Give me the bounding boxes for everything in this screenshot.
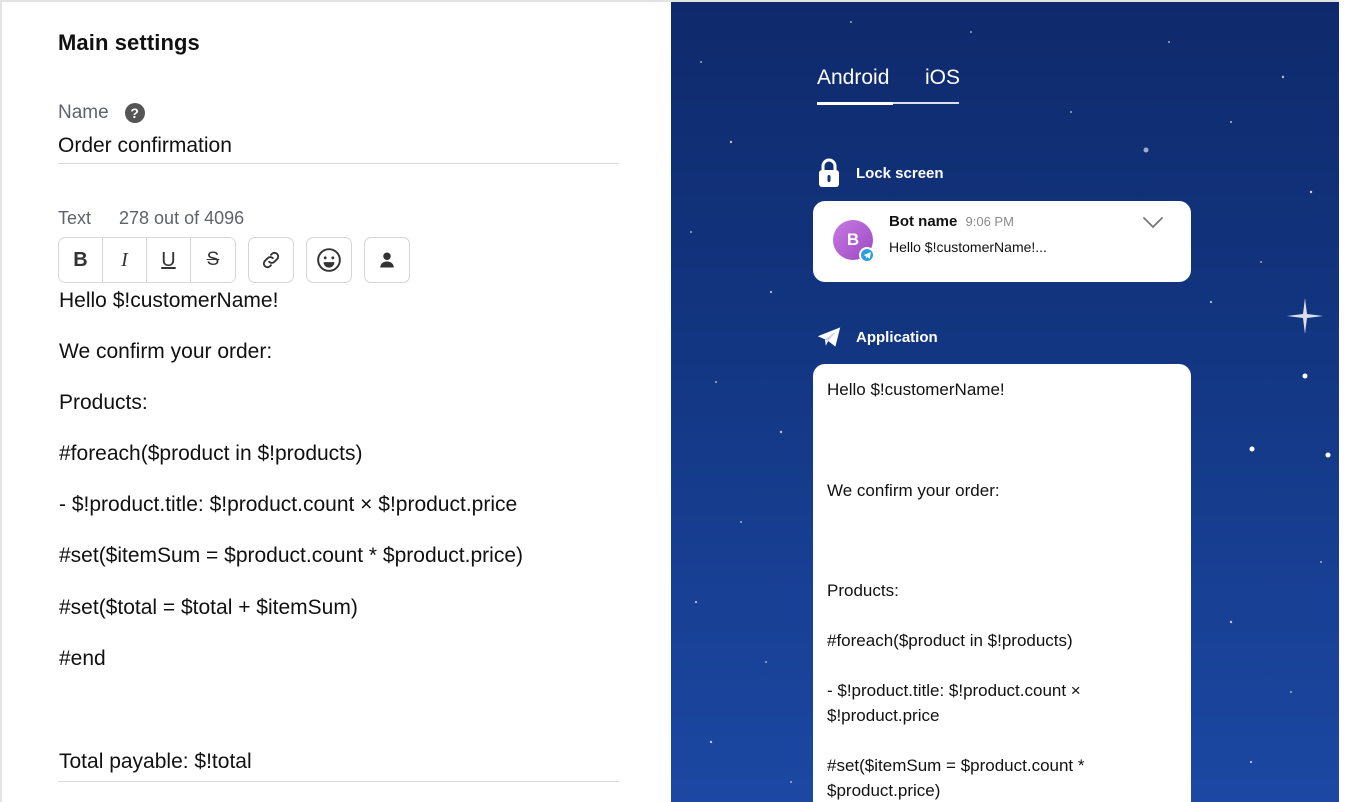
telegram-icon xyxy=(859,247,875,263)
lock-icon xyxy=(817,158,841,188)
application-label: Application xyxy=(856,328,938,346)
preview-line: We confirm your order: xyxy=(827,481,1000,500)
insert-variable-button[interactable] xyxy=(364,237,410,283)
text-style-group: B I U S xyxy=(58,237,236,283)
application-message-preview: Hello $!customerName! We confirm your or… xyxy=(813,364,1191,802)
platform-tabs: Android iOS xyxy=(817,60,960,105)
notification-time: 9:06 PM xyxy=(965,214,1014,229)
emoji-icon xyxy=(317,248,341,272)
active-tab-indicator xyxy=(817,102,893,105)
lock-screen-notification[interactable]: B Bot name 9:06 PM Hello $!customerName!… xyxy=(813,201,1191,282)
section-title: Main settings xyxy=(58,30,200,55)
preview-line: - $!product.title: $!product.count × xyxy=(827,681,1081,700)
application-section-label: Application xyxy=(817,322,938,352)
preview-line: #set($itemSum = $product.count * xyxy=(827,756,1085,775)
notification-text: Hello $!customerName!... xyxy=(889,239,1047,255)
person-icon xyxy=(380,252,394,268)
editor-line: Products: xyxy=(59,391,148,414)
bot-name: Bot name xyxy=(889,213,958,230)
preview-line: #foreach($product in $!products) xyxy=(827,631,1073,650)
italic-button[interactable]: I xyxy=(103,238,147,282)
preview-line: Products: xyxy=(827,581,899,600)
strikethrough-button[interactable]: S xyxy=(191,238,235,282)
name-input[interactable] xyxy=(58,128,619,164)
editor-line: #set($itemSum = $product.count * $produc… xyxy=(59,544,523,567)
window-edge xyxy=(1339,0,1345,802)
format-toolbar: B I U S xyxy=(58,237,410,283)
editor-line: Total payable: $!total xyxy=(59,750,252,773)
char-counter: 278 out of 4096 xyxy=(119,208,245,228)
editor-line: - $!product.title: $!product.count × $!p… xyxy=(59,493,518,516)
tab-android[interactable]: Android xyxy=(817,66,889,90)
editor-line: We confirm your order: xyxy=(59,340,273,363)
preview-line: $!product.price xyxy=(827,706,940,725)
link-icon xyxy=(262,251,280,269)
lock-screen-label: Lock screen xyxy=(856,164,944,182)
preview-panel: Android iOS Lock screen B Bot name 9:06 … xyxy=(671,0,1339,802)
preview-line: $product.price) xyxy=(827,781,941,800)
lock-screen-section-label: Lock screen xyxy=(817,158,944,188)
insert-emoji-button[interactable] xyxy=(306,237,352,283)
telegram-plane-icon xyxy=(817,322,841,352)
bold-button[interactable]: B xyxy=(59,238,103,282)
preview-line: Hello $!customerName! xyxy=(827,380,1005,399)
main-settings-panel: Main settings Name ? Text 278 out of 409… xyxy=(0,0,671,802)
question-circle-icon[interactable]: ? xyxy=(124,103,145,123)
editor-line: #foreach($product in $!products) xyxy=(59,442,363,465)
text-label: Text xyxy=(58,208,92,228)
chevron-down-icon[interactable] xyxy=(1141,213,1165,233)
editor-line: #set($total = $total + $itemSum) xyxy=(59,596,358,619)
name-label-text: Name xyxy=(58,102,109,123)
text-field-meta: Text 278 out of 4096 xyxy=(58,208,244,229)
message-text-editor[interactable]: Hello $!customerName! We confirm your or… xyxy=(58,285,619,782)
name-field-label: Name ? xyxy=(58,102,145,124)
tab-ios[interactable]: iOS xyxy=(925,66,960,90)
editor-line: Hello $!customerName! xyxy=(59,289,279,312)
underline-button[interactable]: U xyxy=(147,238,191,282)
editor-line: #end xyxy=(59,647,106,670)
insert-link-button[interactable] xyxy=(248,237,294,283)
notification-title: Bot name 9:06 PM xyxy=(889,213,1014,230)
